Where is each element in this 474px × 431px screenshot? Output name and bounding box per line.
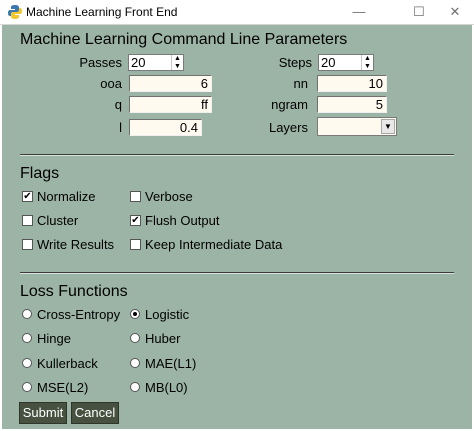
loss-functions-heading: Loss Functions bbox=[20, 283, 128, 300]
nn-input[interactable]: 10 bbox=[317, 75, 387, 92]
mse-l2-radio[interactable] bbox=[22, 382, 32, 392]
parameters-heading: Machine Learning Command Line Parameters bbox=[20, 31, 348, 48]
verbose-label[interactable]: Verbose bbox=[145, 189, 193, 204]
mse-l2-label[interactable]: MSE(L2) bbox=[37, 380, 88, 395]
huber-radio[interactable] bbox=[130, 333, 140, 343]
steps-spin-buttons[interactable]: ▲ ▼ bbox=[361, 55, 373, 70]
nn-label: nn bbox=[293, 76, 308, 91]
cross-entropy-radio[interactable] bbox=[22, 309, 32, 319]
ooa-label: ooa bbox=[100, 76, 122, 91]
chevron-down-icon[interactable]: ▼ bbox=[381, 119, 395, 134]
normalize-label[interactable]: Normalize bbox=[37, 189, 96, 204]
passes-value: 20 bbox=[131, 55, 146, 70]
check-icon: ✔ bbox=[23, 191, 32, 202]
keep-intermediate-data-checkbox[interactable] bbox=[130, 239, 141, 250]
kullerback-radio[interactable] bbox=[22, 358, 32, 368]
main-panel: Machine Learning Command Line Parameters… bbox=[2, 25, 472, 429]
cluster-checkbox[interactable] bbox=[22, 215, 33, 226]
huber-label[interactable]: Huber bbox=[145, 331, 180, 346]
submit-button[interactable]: Submit bbox=[19, 402, 67, 424]
l-label: l bbox=[119, 120, 122, 135]
verbose-checkbox[interactable] bbox=[130, 191, 141, 202]
layers-label: Layers bbox=[268, 120, 308, 135]
logistic-label[interactable]: Logistic bbox=[145, 307, 189, 322]
spin-down-icon[interactable]: ▼ bbox=[362, 63, 373, 70]
steps-spinbox[interactable]: 20 ▲ ▼ bbox=[318, 54, 374, 71]
passes-label: Passes bbox=[79, 55, 122, 70]
keep-intermediate-data-label[interactable]: Keep Intermediate Data bbox=[145, 237, 282, 252]
q-input[interactable]: ff bbox=[129, 96, 212, 113]
kullerback-label[interactable]: Kullerback bbox=[37, 356, 98, 371]
ooa-input[interactable]: 6 bbox=[129, 75, 212, 92]
close-button[interactable]: ✕ bbox=[432, 0, 474, 24]
mb-l0-radio[interactable] bbox=[130, 382, 140, 392]
layers-combobox[interactable]: ▼ bbox=[317, 117, 397, 136]
steps-value: 20 bbox=[321, 55, 336, 70]
title-bar: Machine Learning Front End — ☐ ✕ bbox=[0, 0, 474, 25]
flags-heading: Flags bbox=[20, 165, 60, 182]
ngram-input[interactable]: 5 bbox=[317, 96, 387, 113]
mae-l1-label[interactable]: MAE(L1) bbox=[145, 356, 196, 371]
l-input[interactable]: 0.4 bbox=[129, 119, 202, 136]
cluster-label[interactable]: Cluster bbox=[37, 213, 78, 228]
cross-entropy-label[interactable]: Cross-Entropy bbox=[37, 307, 120, 322]
separator bbox=[20, 272, 454, 274]
passes-spinbox[interactable]: 20 ▲ ▼ bbox=[128, 54, 184, 71]
spin-down-icon[interactable]: ▼ bbox=[172, 63, 183, 70]
write-results-label[interactable]: Write Results bbox=[37, 237, 114, 252]
ngram-label: ngram bbox=[271, 97, 308, 112]
flush-output-label[interactable]: Flush Output bbox=[145, 213, 219, 228]
passes-spin-buttons[interactable]: ▲ ▼ bbox=[171, 55, 183, 70]
hinge-label[interactable]: Hinge bbox=[37, 331, 71, 346]
spin-up-icon[interactable]: ▲ bbox=[172, 55, 183, 62]
logistic-radio[interactable] bbox=[130, 309, 140, 319]
radio-selected-icon bbox=[133, 312, 137, 316]
flush-output-checkbox[interactable]: ✔ bbox=[130, 215, 141, 226]
minimize-button[interactable]: — bbox=[336, 0, 382, 24]
cancel-button[interactable]: Cancel bbox=[71, 402, 119, 424]
q-label: q bbox=[114, 97, 122, 112]
mb-l0-label[interactable]: MB(L0) bbox=[145, 380, 188, 395]
mae-l1-radio[interactable] bbox=[130, 358, 140, 368]
check-icon: ✔ bbox=[131, 215, 140, 226]
spin-up-icon[interactable]: ▲ bbox=[362, 55, 373, 62]
window-title: Machine Learning Front End bbox=[26, 5, 178, 19]
separator bbox=[20, 154, 454, 156]
steps-label: Steps bbox=[278, 55, 312, 70]
write-results-checkbox[interactable] bbox=[22, 239, 33, 250]
hinge-radio[interactable] bbox=[22, 333, 32, 343]
python-icon bbox=[8, 5, 22, 19]
normalize-checkbox[interactable]: ✔ bbox=[22, 191, 33, 202]
